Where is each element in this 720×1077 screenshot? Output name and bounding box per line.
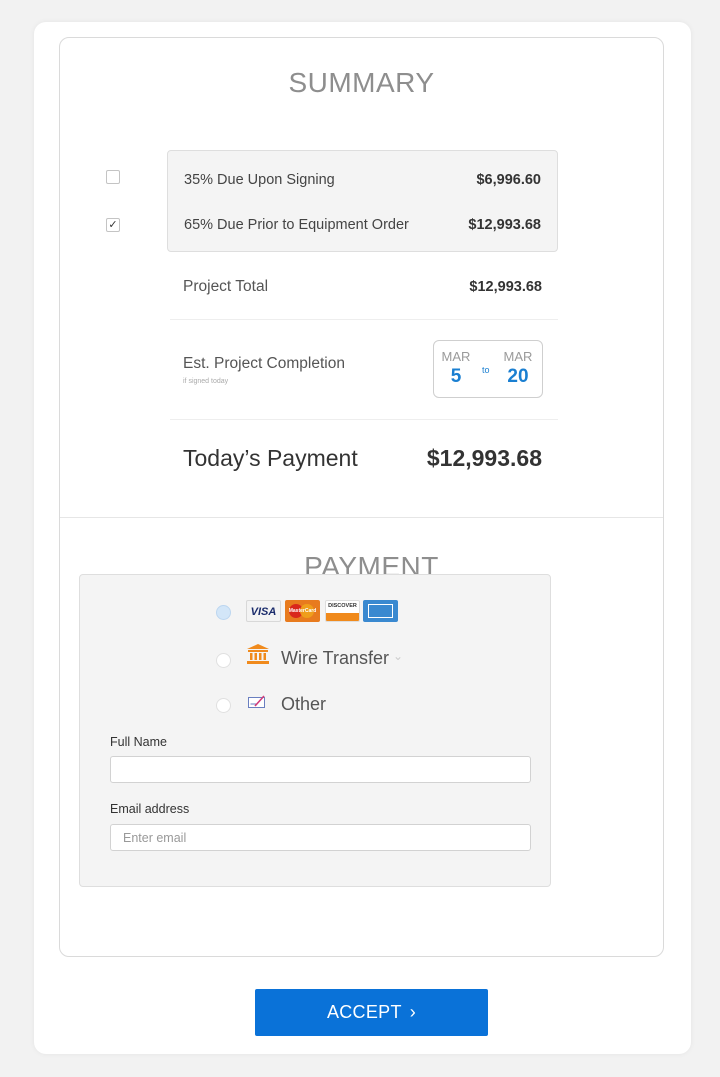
visa-icon: VISA (246, 600, 281, 622)
other-payment-radio[interactable] (216, 698, 231, 713)
summary-title: SUMMARY (288, 67, 435, 98)
due-amount: $12,993.68 (468, 217, 541, 233)
check-pen-icon (248, 695, 265, 708)
completion-label: Est. Project Completion (183, 355, 345, 372)
due-prior-equipment-row[interactable]: 65% Due Prior to Equipment Order $12,993… (184, 214, 541, 238)
start-day: 5 (450, 366, 462, 387)
chevron-right-icon: › (409, 1002, 417, 1022)
bank-icon (247, 644, 269, 664)
end-date: MAR 20 (498, 349, 538, 388)
todays-payment-label: Today’s Payment (183, 445, 358, 471)
mastercard-text: MasterCard (288, 608, 317, 614)
end-month: MAR (503, 349, 533, 364)
project-total-amount: $12,993.68 (469, 279, 542, 295)
email-field[interactable] (110, 824, 531, 851)
full-name-label: Full Name (110, 735, 167, 749)
full-name-field[interactable] (110, 756, 531, 783)
discover-text: DISCOVER (328, 603, 357, 609)
due-amount: $6,996.60 (476, 172, 541, 188)
date-to-word: to (482, 365, 490, 375)
due-upon-signing-checkbox[interactable] (106, 170, 120, 184)
section-divider (60, 517, 663, 518)
accept-label: ACCEPT (326, 1002, 402, 1022)
email-label: Email address (110, 802, 190, 816)
due-upon-signing-row[interactable]: 35% Due Upon Signing $6,996.60 (184, 169, 541, 193)
amex-icon (363, 600, 398, 622)
card-payment-radio[interactable] (216, 605, 231, 620)
chevron-down-icon[interactable]: ⌄ (393, 649, 403, 663)
completion-date-range: MAR 5 to MAR 20 (433, 340, 543, 398)
todays-payment-amount: $12,993.68 (426, 445, 542, 471)
completion-sublabel: if signed today (183, 378, 229, 385)
divider (170, 419, 558, 420)
todays-payment-row: Today’s Payment $12,993.68 (183, 441, 542, 477)
due-label: 35% Due Upon Signing (184, 172, 335, 188)
end-day: 20 (507, 366, 529, 387)
discover-icon: DISCOVER (325, 600, 360, 622)
project-total-row: Project Total $12,993.68 (183, 276, 542, 302)
accept-button[interactable]: ACCEPT › (255, 989, 488, 1036)
project-total-label: Project Total (183, 278, 269, 295)
other-label[interactable]: Other (281, 694, 326, 715)
wire-transfer-label[interactable]: Wire Transfer (281, 648, 389, 669)
start-date: MAR 5 (436, 349, 476, 388)
wire-transfer-radio[interactable] (216, 653, 231, 668)
payment-method-box: VISA MasterCard DISCOVER Wire Transfer ⌄… (79, 574, 551, 887)
due-options-box: 35% Due Upon Signing $6,996.60 65% Due P… (167, 150, 558, 252)
mastercard-icon: MasterCard (285, 600, 320, 622)
due-label: 65% Due Prior to Equipment Order (184, 217, 409, 233)
due-prior-equipment-checkbox[interactable]: ✓ (106, 218, 120, 232)
start-month: MAR (441, 349, 471, 364)
divider (170, 319, 558, 320)
